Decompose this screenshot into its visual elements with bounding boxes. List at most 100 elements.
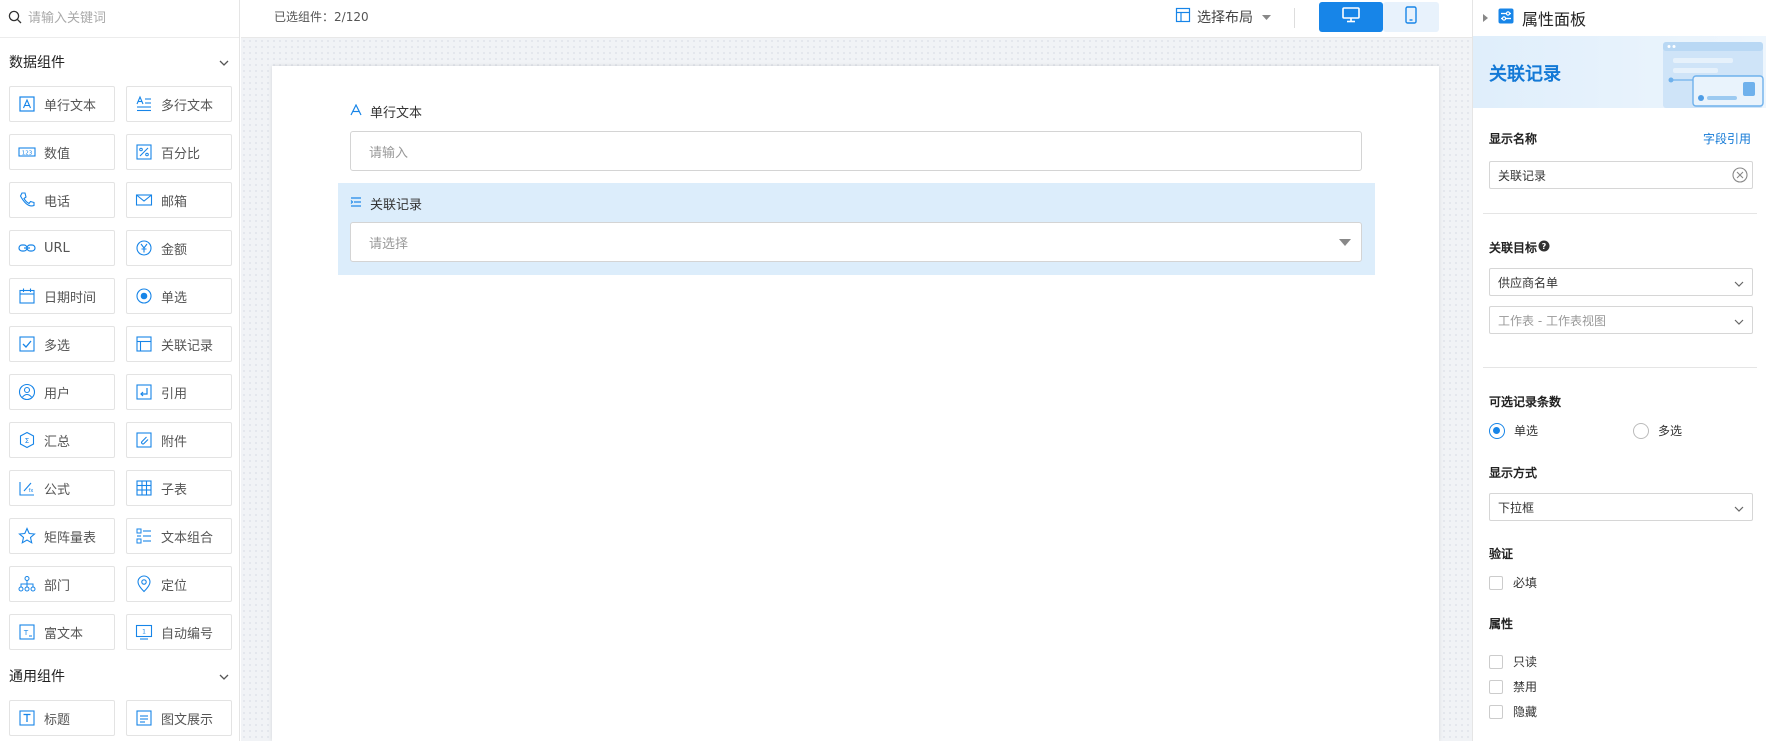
checkbox-icon[interactable] xyxy=(1489,704,1503,719)
checkbox-icon[interactable] xyxy=(1489,679,1503,694)
record-count-label: 可选记录条数 xyxy=(1489,395,1562,409)
hidden-checkbox[interactable]: 隐藏 xyxy=(1489,703,1537,720)
search-input[interactable] xyxy=(28,11,218,26)
display-mode-select[interactable]: 下拉框 xyxy=(1489,493,1753,521)
component-label: 百分比 xyxy=(161,146,201,162)
component-attachment[interactable]: 附件 xyxy=(126,422,232,458)
radio-unchecked-icon[interactable] xyxy=(1633,422,1649,439)
component-label: 文本组合 xyxy=(161,530,214,546)
component-rich-text[interactable]: T 富文本 xyxy=(9,614,115,650)
component-related-record[interactable]: 关联记录 xyxy=(126,326,232,362)
component-percent[interactable]: 百分比 xyxy=(126,134,232,170)
component-label: 定位 xyxy=(161,578,188,594)
radio-single[interactable]: 单选 xyxy=(1489,422,1538,439)
component-calendar[interactable]: 日期时间 xyxy=(9,278,115,314)
component-label: 富文本 xyxy=(44,626,84,642)
component-auto-number[interactable]: 1 自动编号 xyxy=(126,614,232,650)
location-icon xyxy=(135,575,153,593)
component-single-line-text[interactable]: 单行文本 xyxy=(9,86,115,122)
properties-panel-header[interactable]: 属性面板 xyxy=(1473,0,1766,36)
component-label: URL xyxy=(44,240,70,256)
component-banner: 关联记录 xyxy=(1473,36,1766,108)
divider xyxy=(1483,213,1757,214)
component-user[interactable]: 用户 xyxy=(9,374,115,410)
subtable-icon xyxy=(135,479,153,497)
summary-icon: Σ xyxy=(18,431,36,449)
related-record-select[interactable]: 请选择 xyxy=(350,222,1362,262)
number-icon: 123 xyxy=(18,143,36,161)
single-line-text-input[interactable]: 请输入 xyxy=(350,131,1362,171)
search-bar xyxy=(0,0,239,38)
field-label-related-record: 关联记录 xyxy=(350,194,422,213)
component-label: 金额 xyxy=(161,242,188,258)
desktop-view-button[interactable] xyxy=(1319,2,1383,32)
chevron-down-icon[interactable] xyxy=(219,668,229,684)
formula-icon: fx xyxy=(18,479,36,497)
component-number[interactable]: 123 数值 xyxy=(9,134,115,170)
caret-down-icon xyxy=(1339,239,1351,246)
component-link[interactable]: URL xyxy=(9,230,115,266)
chevron-down-icon[interactable] xyxy=(219,54,229,70)
attachment-icon xyxy=(135,431,153,449)
component-checkbox[interactable]: 多选 xyxy=(9,326,115,362)
component-summary[interactable]: Σ 汇总 xyxy=(9,422,115,458)
component-reference[interactable]: 引用 xyxy=(126,374,232,410)
view-select[interactable]: 工作表 - 工作表视图 xyxy=(1489,306,1753,334)
single-line-text-icon xyxy=(350,103,370,120)
component-image-text[interactable]: 图文展示 xyxy=(126,700,232,736)
component-label: 邮箱 xyxy=(161,194,188,210)
component-label: 引用 xyxy=(161,386,188,402)
common-components-grid: 标题 图文展示 xyxy=(0,700,239,736)
readonly-checkbox[interactable]: 只读 xyxy=(1489,653,1537,670)
component-location[interactable]: 定位 xyxy=(126,566,232,602)
image-text-icon xyxy=(135,709,153,727)
mobile-view-button[interactable] xyxy=(1383,2,1439,32)
checkbox-icon[interactable] xyxy=(1489,654,1503,669)
section-data-components[interactable]: 数据组件 xyxy=(0,38,239,86)
field-reference-link[interactable]: 字段引用 xyxy=(1703,130,1751,147)
clear-icon[interactable] xyxy=(1732,167,1748,186)
component-formula[interactable]: fx 公式 xyxy=(9,470,115,506)
checkbox-icon[interactable] xyxy=(1489,575,1503,590)
banner-title: 关联记录 xyxy=(1489,64,1561,85)
help-icon[interactable]: ? xyxy=(1538,240,1550,255)
section-title: 通用组件 xyxy=(9,669,65,685)
target-select[interactable]: 供应商名单 xyxy=(1489,268,1753,296)
display-name-input[interactable]: 关联记录 xyxy=(1489,161,1753,189)
disabled-checkbox[interactable]: 禁用 xyxy=(1489,678,1537,695)
required-checkbox[interactable]: 必填 xyxy=(1489,574,1537,591)
component-label: 单行文本 xyxy=(44,98,97,114)
component-phone[interactable]: 电话 xyxy=(9,182,115,218)
component-department[interactable]: 部门 xyxy=(9,566,115,602)
component-panel: 数据组件 单行文本 多行文本 123 数值 百分比电话 邮箱 URL 金额日期时间 单选多选 关联… xyxy=(0,0,240,741)
selected-field-related-record[interactable]: 关联记录 请选择 xyxy=(338,183,1375,275)
component-heading[interactable]: 标题 xyxy=(9,700,115,736)
component-text-group[interactable]: 文本组合 xyxy=(126,518,232,554)
section-common-components[interactable]: 通用组件 xyxy=(0,652,239,700)
checkbox-icon xyxy=(18,335,36,353)
chevron-down-icon xyxy=(1734,502,1744,516)
svg-text:Σ: Σ xyxy=(25,437,29,445)
component-currency[interactable]: 金额 xyxy=(126,230,232,266)
text-group-icon xyxy=(135,527,153,545)
component-label: 关联记录 xyxy=(161,338,214,354)
link-icon xyxy=(18,239,36,257)
desktop-icon xyxy=(1342,7,1360,27)
component-mail[interactable]: 邮箱 xyxy=(126,182,232,218)
multi-line-text-icon xyxy=(135,95,153,113)
select-layout-button[interactable]: 选择布局 xyxy=(1175,0,1277,34)
radio-multi[interactable]: 多选 xyxy=(1633,422,1682,439)
svg-text:T: T xyxy=(23,629,29,637)
divider xyxy=(1483,367,1757,368)
radio-checked-icon[interactable] xyxy=(1489,422,1505,439)
component-radio[interactable]: 单选 xyxy=(126,278,232,314)
properties-icon xyxy=(1498,8,1522,28)
component-matrix-scale[interactable]: 矩阵量表 xyxy=(9,518,115,554)
component-subtable[interactable]: 子表 xyxy=(126,470,232,506)
data-components-grid: 单行文本 多行文本 123 数值 百分比电话 邮箱 URL 金额日期时间 单选 多选 关联记录用户 引… xyxy=(0,86,239,650)
auto-number-icon: 1 xyxy=(135,623,153,641)
component-multi-line-text[interactable]: 多行文本 xyxy=(126,86,232,122)
related-record-icon xyxy=(350,196,370,212)
component-label: 数值 xyxy=(44,146,71,162)
collapse-arrow-icon[interactable] xyxy=(1483,14,1488,22)
